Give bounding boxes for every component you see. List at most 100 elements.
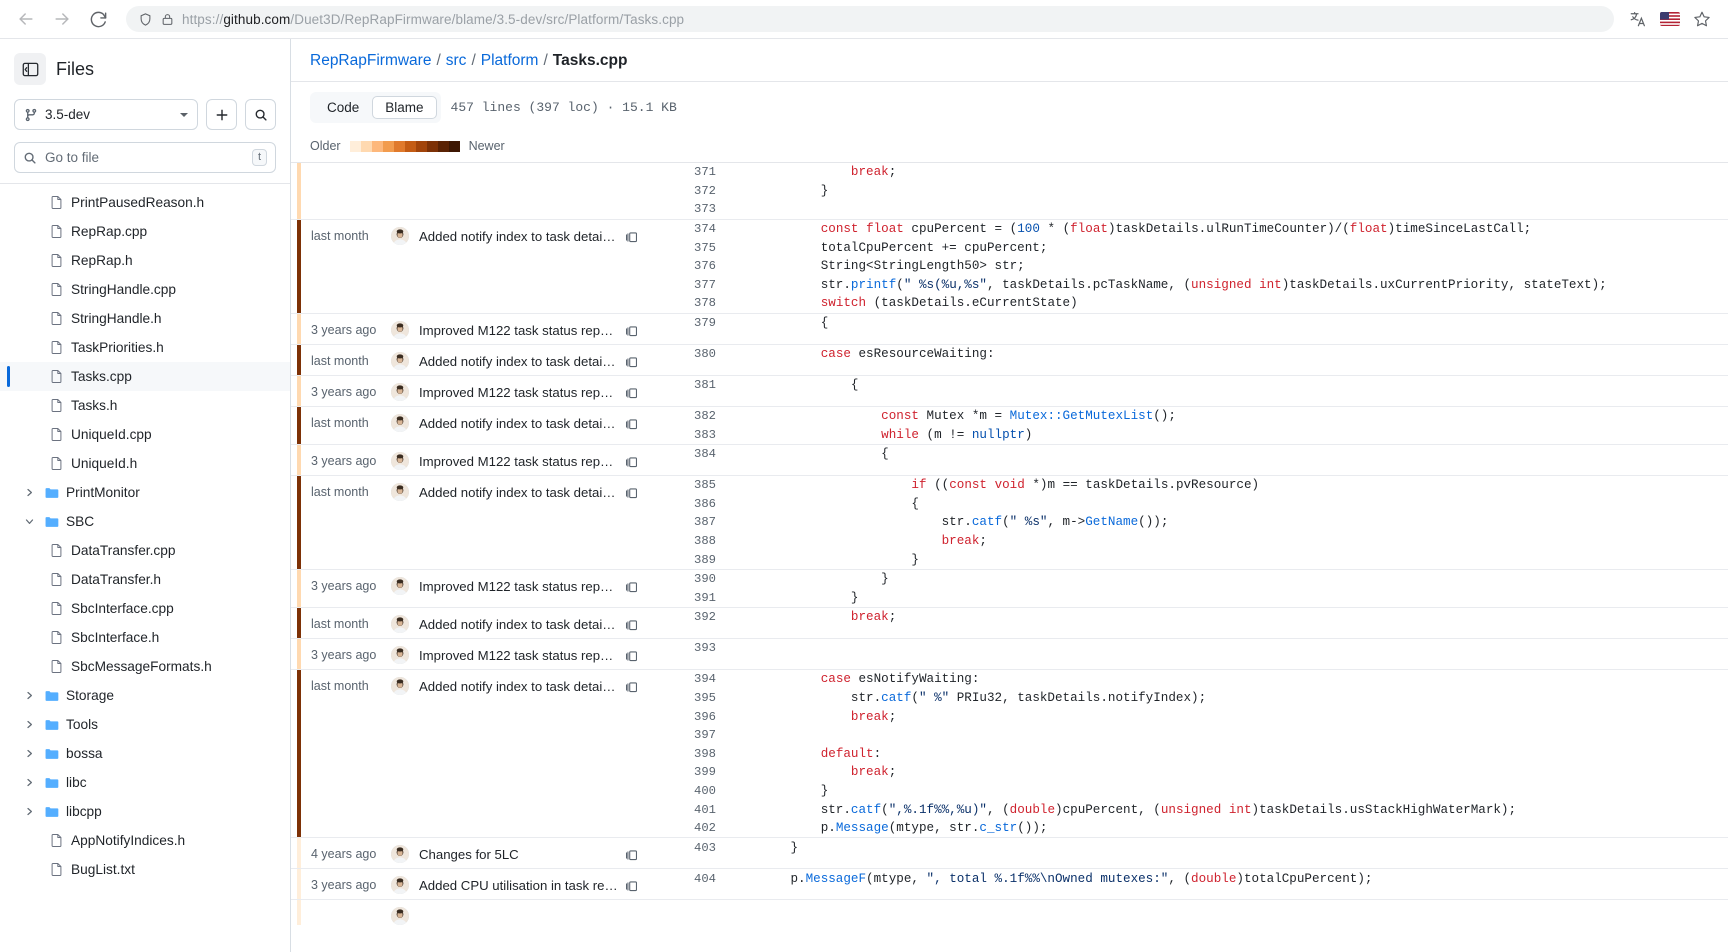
line-number[interactable]: 374 bbox=[650, 222, 730, 236]
line-number[interactable]: 383 bbox=[650, 428, 730, 442]
tree-item-datatransfer-h[interactable]: DataTransfer.h bbox=[0, 565, 290, 594]
line-number[interactable]: 391 bbox=[650, 591, 730, 605]
chevron-right-icon[interactable] bbox=[22, 778, 36, 787]
avatar[interactable] bbox=[391, 876, 409, 895]
line-number[interactable]: 376 bbox=[650, 259, 730, 273]
line-number[interactable]: 402 bbox=[650, 821, 730, 835]
tree-item-stringhandle-cpp[interactable]: StringHandle.cpp bbox=[0, 275, 290, 304]
tree-item-stringhandle-h[interactable]: StringHandle.h bbox=[0, 304, 290, 333]
tree-item-libcpp[interactable]: libcpp bbox=[0, 797, 290, 826]
tab-code[interactable]: Code bbox=[314, 96, 372, 119]
line-number[interactable]: 372 bbox=[650, 184, 730, 198]
avatar[interactable] bbox=[391, 413, 409, 432]
tree-item-sbcmessageformats-h[interactable]: SbcMessageFormats.h bbox=[0, 652, 290, 681]
tree-item-uniqueid-h[interactable]: UniqueId.h bbox=[0, 449, 290, 478]
translate-icon[interactable] bbox=[1626, 7, 1650, 31]
line-number[interactable]: 403 bbox=[650, 841, 730, 855]
line-number[interactable]: 371 bbox=[650, 165, 730, 179]
tree-item-tools[interactable]: Tools bbox=[0, 710, 290, 739]
line-number[interactable]: 399 bbox=[650, 765, 730, 779]
tree-item-printpausedreason-h[interactable]: PrintPausedReason.h bbox=[0, 188, 290, 217]
line-number[interactable]: 379 bbox=[650, 316, 730, 330]
copy-commit-sha-icon[interactable] bbox=[624, 385, 650, 406]
avatar[interactable] bbox=[391, 615, 409, 634]
commit-message[interactable]: Improved M122 task status repo… bbox=[419, 579, 624, 594]
avatar[interactable] bbox=[391, 226, 409, 245]
forward-button[interactable] bbox=[46, 3, 78, 35]
copy-commit-sha-icon[interactable] bbox=[624, 485, 650, 506]
copy-commit-sha-icon[interactable] bbox=[624, 579, 650, 600]
commit-message[interactable]: Added notify index to task detail… bbox=[419, 617, 624, 632]
tree-item-reprap-cpp[interactable]: RepRap.cpp bbox=[0, 217, 290, 246]
copy-commit-sha-icon[interactable] bbox=[624, 454, 650, 475]
tree-item-appnotifyindices-h[interactable]: AppNotifyIndices.h bbox=[0, 826, 290, 855]
tree-item-sbcinterface-cpp[interactable]: SbcInterface.cpp bbox=[0, 594, 290, 623]
breadcrumb-platform[interactable]: Platform bbox=[481, 52, 539, 70]
copy-commit-sha-icon[interactable] bbox=[624, 323, 650, 344]
sidebar-toggle-icon[interactable] bbox=[14, 53, 46, 85]
commit-message[interactable]: Improved M122 task status repo… bbox=[419, 454, 624, 469]
address-bar[interactable]: https://github.com/Duet3D/RepRapFirmware… bbox=[126, 6, 1614, 32]
reload-button[interactable] bbox=[82, 3, 114, 35]
avatar[interactable] bbox=[391, 351, 409, 370]
breadcrumb-repo[interactable]: RepRapFirmware bbox=[310, 52, 431, 70]
tree-item-sbcinterface-h[interactable]: SbcInterface.h bbox=[0, 623, 290, 652]
tree-item-tasks-cpp[interactable]: Tasks.cpp bbox=[0, 362, 290, 391]
line-number[interactable]: 394 bbox=[650, 672, 730, 686]
commit-message[interactable]: Improved M122 task status repo… bbox=[419, 648, 624, 663]
line-number[interactable]: 395 bbox=[650, 691, 730, 705]
copy-commit-sha-icon[interactable] bbox=[624, 416, 650, 437]
tree-item-bossa[interactable]: bossa bbox=[0, 739, 290, 768]
tree-item-sbc[interactable]: SBC bbox=[0, 507, 290, 536]
branch-selector[interactable]: 3.5-dev bbox=[14, 99, 198, 130]
copy-commit-sha-icon[interactable] bbox=[624, 847, 650, 868]
commit-message[interactable]: Added notify index to task detail… bbox=[419, 229, 624, 244]
avatar[interactable] bbox=[391, 320, 409, 339]
chevron-right-icon[interactable] bbox=[22, 749, 36, 758]
commit-message[interactable]: Added CPU utilisation in task re… bbox=[419, 878, 624, 893]
commit-message[interactable]: Added notify index to task detail… bbox=[419, 354, 624, 369]
breadcrumb-src[interactable]: src bbox=[446, 52, 467, 70]
line-number[interactable]: 390 bbox=[650, 572, 730, 586]
commit-message[interactable]: Changes for 5LC bbox=[419, 847, 624, 862]
avatar[interactable] bbox=[391, 451, 409, 470]
tree-item-printmonitor[interactable]: PrintMonitor bbox=[0, 478, 290, 507]
commit-message[interactable]: Added notify index to task detail… bbox=[419, 416, 624, 431]
line-number[interactable]: 398 bbox=[650, 747, 730, 761]
avatar[interactable] bbox=[391, 677, 409, 696]
line-number[interactable]: 373 bbox=[650, 202, 730, 216]
commit-message[interactable]: Added notify index to task detail… bbox=[419, 679, 624, 694]
commit-message[interactable]: Improved M122 task status repo… bbox=[419, 385, 624, 400]
chevron-right-icon[interactable] bbox=[22, 720, 36, 729]
tree-item-datatransfer-cpp[interactable]: DataTransfer.cpp bbox=[0, 536, 290, 565]
blame-view[interactable]: 371 break; 372 } 373 last month Added notif… bbox=[291, 162, 1728, 952]
tree-item-taskpriorities-h[interactable]: TaskPriorities.h bbox=[0, 333, 290, 362]
line-number[interactable]: 384 bbox=[650, 447, 730, 461]
commit-message[interactable]: Improved M122 task status repo… bbox=[419, 323, 624, 338]
line-number[interactable]: 393 bbox=[650, 641, 730, 655]
commit-message[interactable]: Added notify index to task detail… bbox=[419, 485, 624, 500]
tree-item-libc[interactable]: libc bbox=[0, 768, 290, 797]
tree-item-uniqueid-cpp[interactable]: UniqueId.cpp bbox=[0, 420, 290, 449]
avatar[interactable] bbox=[391, 382, 409, 401]
line-number[interactable]: 397 bbox=[650, 728, 730, 742]
line-number[interactable]: 388 bbox=[650, 534, 730, 548]
copy-commit-sha-icon[interactable] bbox=[624, 648, 650, 669]
copy-commit-sha-icon[interactable] bbox=[624, 354, 650, 375]
line-number[interactable]: 380 bbox=[650, 347, 730, 361]
line-number[interactable]: 385 bbox=[650, 478, 730, 492]
line-number[interactable]: 389 bbox=[650, 553, 730, 567]
copy-commit-sha-icon[interactable] bbox=[624, 878, 650, 899]
search-repo-button[interactable] bbox=[245, 99, 276, 130]
line-number[interactable]: 377 bbox=[650, 278, 730, 292]
tree-item-buglist-txt[interactable]: BugList.txt bbox=[0, 855, 290, 884]
line-number[interactable]: 387 bbox=[650, 515, 730, 529]
go-to-file-input[interactable]: Go to file t bbox=[14, 142, 276, 173]
tree-item-reprap-h[interactable]: RepRap.h bbox=[0, 246, 290, 275]
chevron-right-icon[interactable] bbox=[22, 807, 36, 816]
chevron-right-icon[interactable] bbox=[22, 691, 36, 700]
line-number[interactable]: 404 bbox=[650, 872, 730, 886]
avatar[interactable] bbox=[391, 845, 409, 864]
avatar[interactable] bbox=[391, 482, 409, 501]
avatar[interactable] bbox=[391, 907, 409, 926]
